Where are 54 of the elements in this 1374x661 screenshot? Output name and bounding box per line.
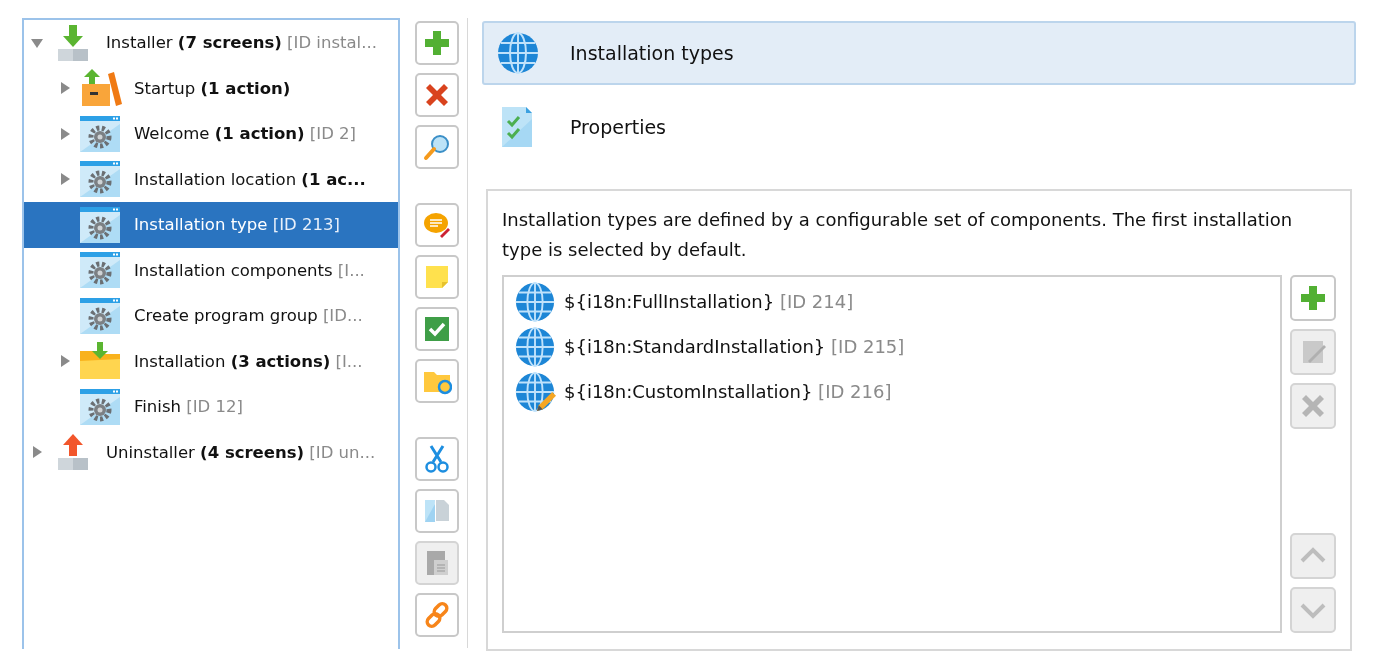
- tree-item[interactable]: Installation location (1 ac...: [24, 156, 398, 202]
- tree-item-label: Finish [ID 12]: [134, 397, 243, 417]
- expand-arrow-icon[interactable]: [30, 445, 44, 460]
- tree-item[interactable]: Installation (3 actions) [I...: [24, 338, 398, 384]
- list-item[interactable]: ${i18n:StandardInstallation} [ID 215]: [514, 324, 1270, 369]
- tree-item-label: Startup (1 action): [134, 78, 291, 98]
- list-item[interactable]: ${i18n:FullInstallation} [ID 214]: [514, 279, 1270, 324]
- folder-button[interactable]: [414, 359, 459, 403]
- tree-item[interactable]: Installation type [ID 213]: [24, 202, 398, 248]
- window-gear-icon: [78, 113, 122, 154]
- globe-icon: [496, 31, 540, 75]
- tree-item[interactable]: Create program group [ID...: [24, 293, 398, 339]
- globe-icon: [514, 325, 556, 368]
- expand-arrow-icon[interactable]: [58, 81, 72, 96]
- window-gear-icon: [78, 295, 122, 336]
- expand-arrow-icon[interactable]: [58, 126, 72, 141]
- window-gear-icon: [78, 250, 122, 291]
- description-text: Installation types are defined by a configurable set of components. The first installation type is selected by default.: [502, 208, 1294, 262]
- window-gear-icon: [78, 204, 122, 245]
- tree-item[interactable]: Welcome (1 action) [ID 2]: [24, 111, 398, 157]
- find-button[interactable]: [414, 125, 459, 169]
- expand-arrow-icon[interactable]: [58, 172, 72, 187]
- globe-pencil-icon: [514, 370, 556, 413]
- link-button[interactable]: [414, 593, 459, 637]
- window-gear-icon: [78, 159, 122, 200]
- tree-item-label: Installation components [I...: [134, 260, 365, 280]
- check-button[interactable]: [414, 307, 459, 351]
- tree-item[interactable]: Startup (1 action): [24, 65, 398, 111]
- tree-item-label: Installation location (1 ac...: [134, 169, 366, 189]
- tree-item-label: Uninstaller (4 screens) [ID un...: [106, 442, 376, 462]
- tree-item-label: Installation (3 actions) [I...: [134, 351, 363, 371]
- tree-item[interactable]: Uninstaller (4 screens) [ID un...: [24, 429, 398, 475]
- plus-icon: [1298, 283, 1328, 313]
- window-gear-icon: [78, 386, 122, 427]
- tree-item-label: Welcome (1 action) [ID 2]: [134, 124, 357, 144]
- tree-item-label: Installation type [ID 213]: [134, 215, 340, 235]
- tree-item[interactable]: Installation components [I...: [24, 247, 398, 293]
- add-button[interactable]: [414, 21, 459, 65]
- tree-item-label: Installer (7 screens) [ID instal...: [106, 33, 377, 53]
- comment-button[interactable]: [414, 203, 459, 247]
- tree-item[interactable]: Finish [ID 12]: [24, 384, 398, 430]
- nav-item[interactable]: Properties: [482, 95, 1356, 159]
- tree-item-label: Create program group [ID...: [134, 306, 363, 326]
- delete-button[interactable]: [414, 73, 459, 117]
- search-icon: [421, 132, 452, 162]
- tree-item[interactable]: Installer (7 screens) [ID instal...: [24, 20, 398, 66]
- cut-button[interactable]: [414, 437, 459, 481]
- list-item[interactable]: ${i18n:CustomInstallation} [ID 216]: [514, 369, 1270, 414]
- nav-item[interactable]: Installation types: [482, 21, 1356, 85]
- add-button[interactable]: [1290, 275, 1336, 321]
- expand-arrow-icon[interactable]: [58, 354, 72, 369]
- folder-icon: [78, 341, 122, 382]
- speech-bubble-icon: [421, 210, 452, 240]
- globe-icon: [514, 280, 556, 323]
